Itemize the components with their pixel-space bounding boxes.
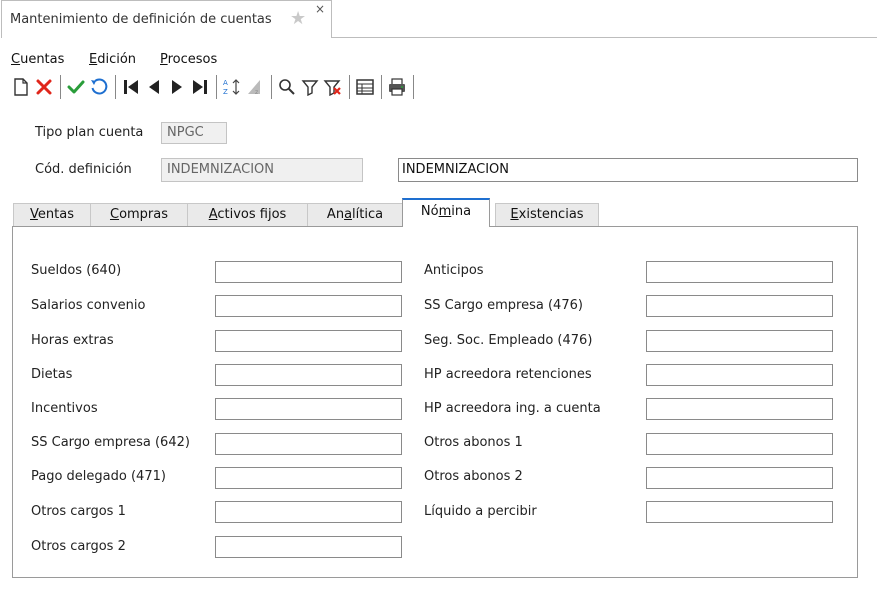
last-icon[interactable] <box>189 76 211 98</box>
toolbar-separator <box>60 75 61 99</box>
otros-abonos-2-input[interactable] <box>646 467 833 489</box>
tab-label-rest: xistencias <box>518 207 584 222</box>
dietas-input[interactable] <box>215 364 402 386</box>
tab-ventas[interactable]: Ventas <box>13 203 91 226</box>
menu-label: uentas <box>20 52 65 67</box>
otros-abonos-1-input[interactable] <box>646 433 833 455</box>
ss-cargo-empresa-476-input[interactable] <box>646 295 833 317</box>
svg-text:A: A <box>223 79 228 87</box>
filter-clear-icon[interactable] <box>322 76 344 98</box>
next-icon[interactable] <box>166 76 188 98</box>
description-input[interactable]: INDEMNIZACION <box>398 158 858 182</box>
first-icon[interactable] <box>120 76 142 98</box>
grid-icon[interactable] <box>354 76 376 98</box>
tab-accel: C <box>109 207 120 222</box>
tab-label-pre: Nó <box>420 204 439 219</box>
field-label: Salarios convenio <box>31 298 146 313</box>
otros-cargos-1-input[interactable] <box>215 501 402 523</box>
field-label: Seg. Soc. Empleado (476) <box>424 333 593 348</box>
window-title: Mantenimiento de definición de cuentas <box>10 12 272 27</box>
seg-soc-empleado-input[interactable] <box>646 330 833 352</box>
tab-accel: m <box>438 204 452 219</box>
tab-label-rest: ompras <box>119 207 169 222</box>
toolbar-separator <box>115 75 116 99</box>
toolbar-separator <box>271 75 272 99</box>
svg-text:z: z <box>255 89 258 96</box>
field-label: SS Cargo empresa (642) <box>31 435 190 450</box>
sort-clear-icon[interactable]: z <box>244 76 266 98</box>
tab-analitica[interactable]: Analítica <box>307 203 403 226</box>
field-label: Otros cargos 1 <box>31 504 126 519</box>
menu-cuentas[interactable]: Cuentas <box>11 52 64 67</box>
menu-accel: P <box>160 52 168 67</box>
otros-cargos-2-input[interactable] <box>215 536 402 558</box>
sort-icon[interactable]: AZ <box>221 76 243 98</box>
tab-activos-fijos[interactable]: Activos fijos <box>187 203 308 226</box>
field-label: SS Cargo empresa (476) <box>424 298 583 313</box>
tab-label-rest: lítica <box>352 207 384 222</box>
field-label: Anticipos <box>424 263 484 278</box>
toolbar-separator <box>349 75 350 99</box>
ss-cargo-empresa-642-input[interactable] <box>215 433 402 455</box>
menu-label: dición <box>97 52 137 67</box>
tab-accel: E <box>510 207 519 222</box>
tab-label-rest: ina <box>451 204 472 219</box>
field-label: HP acreedora ing. a cuenta <box>424 401 601 416</box>
incentivos-input[interactable] <box>215 398 402 420</box>
pago-delegado-input[interactable] <box>215 467 402 489</box>
new-icon[interactable] <box>10 76 32 98</box>
svg-text:Z: Z <box>223 88 228 96</box>
field-label: Otros abonos 2 <box>424 469 523 484</box>
tab-nomina[interactable]: Nómina <box>402 198 490 227</box>
salarios-convenio-input[interactable] <box>215 295 402 317</box>
hp-acreedora-retenciones-input[interactable] <box>646 364 833 386</box>
tab-existencias[interactable]: Existencias <box>495 203 599 226</box>
field-label: Pago delegado (471) <box>31 469 166 484</box>
search-icon[interactable] <box>276 76 298 98</box>
tab-accel: a <box>344 207 353 222</box>
tab-strip-line <box>332 37 877 38</box>
delete-icon[interactable] <box>33 76 55 98</box>
tab-label-rest: ctivos fijos <box>217 207 287 222</box>
field-label: Otros cargos 2 <box>31 539 126 554</box>
tab-accel: V <box>30 207 38 222</box>
liquido-a-percibir-input[interactable] <box>646 501 833 523</box>
field-label: Sueldos (640) <box>31 263 122 278</box>
field-label: Incentivos <box>31 401 98 416</box>
anticipos-input[interactable] <box>646 261 833 283</box>
field-label: Líquido a percibir <box>424 504 537 519</box>
hp-acreedora-ing-input[interactable] <box>646 398 833 420</box>
sueldos-input[interactable] <box>215 261 402 283</box>
tab-label-rest: entas <box>37 207 74 222</box>
field-label: HP acreedora retenciones <box>424 367 592 382</box>
menu-edicion[interactable]: Edición <box>89 52 136 67</box>
menu-procesos[interactable]: Procesos <box>160 52 217 67</box>
field-label: Otros abonos 1 <box>424 435 523 450</box>
tipo-plan-field: NPGC <box>161 122 227 144</box>
field-label: Horas extras <box>31 333 114 348</box>
tab-label-pre: An <box>326 207 345 222</box>
toolbar-separator <box>381 75 382 99</box>
accept-icon[interactable] <box>65 76 87 98</box>
undo-icon[interactable] <box>88 76 110 98</box>
previous-icon[interactable] <box>143 76 165 98</box>
field-label: Dietas <box>31 367 73 382</box>
tab-compras[interactable]: Compras <box>90 203 188 226</box>
toolbar-separator <box>413 75 414 99</box>
print-icon[interactable] <box>386 76 408 98</box>
menu-label: rocesos <box>167 52 218 67</box>
toolbar-separator <box>216 75 217 99</box>
star-icon[interactable]: ★ <box>290 10 306 28</box>
tipo-plan-label: Tipo plan cuenta <box>35 125 144 140</box>
menu-accel: C <box>11 52 21 67</box>
close-icon[interactable]: × <box>315 3 325 15</box>
menu-accel: E <box>89 52 98 67</box>
cod-definicion-field: INDEMNIZACION <box>161 158 363 182</box>
horas-extras-input[interactable] <box>215 330 402 352</box>
cod-definicion-label: Cód. definición <box>35 162 132 177</box>
filter-icon[interactable] <box>299 76 321 98</box>
toolbar: AZ z <box>10 72 418 102</box>
